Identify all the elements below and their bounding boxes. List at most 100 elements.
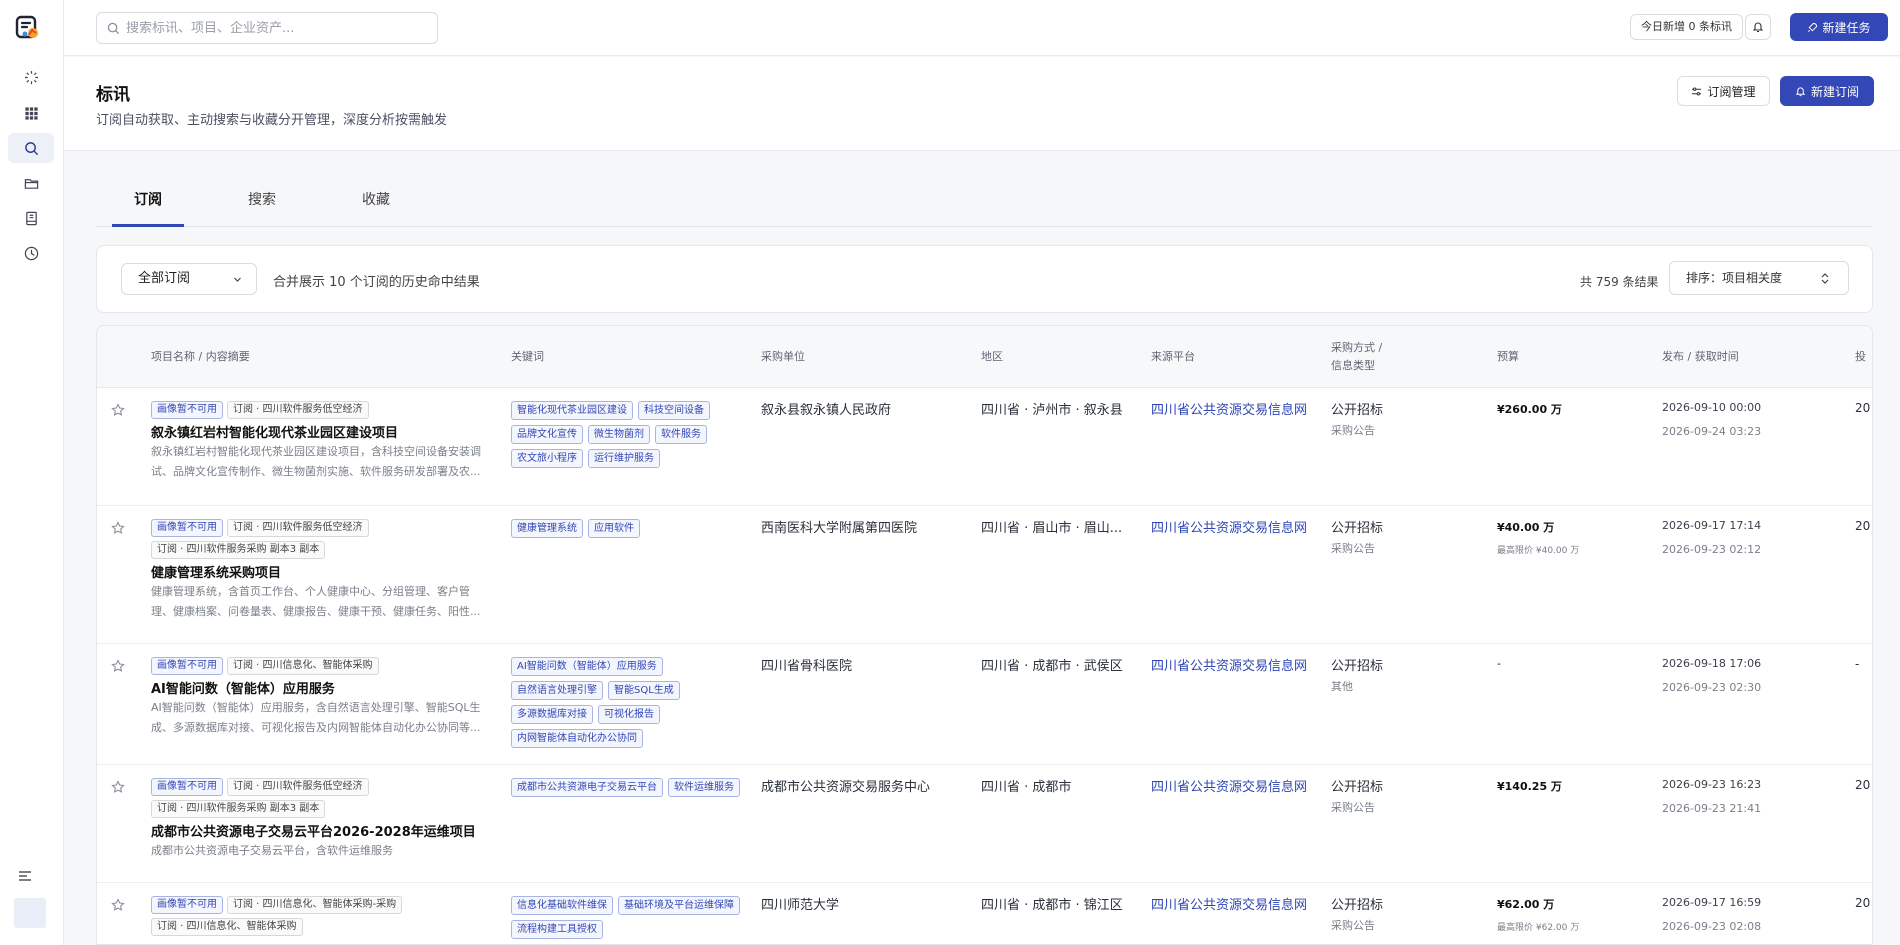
buyer-cell: 四川师范大学 [761, 898, 840, 913]
nav-book-icon[interactable] [8, 203, 54, 233]
fetch-time: 2026-09-23 21:41 [1662, 802, 1762, 815]
keyword-tag: 流程构建工具授权 [511, 920, 603, 939]
platform-link[interactable]: 四川省公共资源交易信息网 [1151, 894, 1307, 913]
tab-search[interactable]: 搜索 [226, 180, 298, 227]
subscription-tag: 订阅 · 四川信息化、智能体采购 [227, 657, 379, 675]
table-header: 项目名称 / 内容摘要 关键词 采购单位 地区 来源平台 采购方式 / 信息类型… [97, 326, 1872, 388]
method-cell: 公开招标 [1331, 659, 1384, 674]
platform-link[interactable]: 四川省公共资源交易信息网 [1151, 776, 1307, 795]
keyword-list: 成都市公共资源电子交易云平台 软件运维服务 [511, 778, 743, 797]
row-title[interactable]: 叙永镇红岩村智能化现代茶业园区建设项目 [151, 422, 398, 441]
star-icon[interactable] [111, 403, 125, 417]
keyword-tag: AI智能问数（智能体）应用服务 [511, 657, 663, 676]
sidebar [0, 0, 64, 945]
row-title[interactable]: 健康管理系统采购项目 [151, 562, 281, 581]
subscription-tag: 订阅 · 四川信息化、智能体采购 [151, 918, 303, 936]
fetch-time: 2026-09-23 02:12 [1662, 543, 1762, 556]
search-box[interactable] [96, 12, 438, 44]
info-type-cell: 其他 [1331, 680, 1353, 693]
nav-history-icon[interactable] [8, 238, 54, 268]
info-type-cell: 采购公告 [1331, 801, 1375, 814]
tag-line: 画像暂不可用 订阅 · 四川软件服务低空经济 [151, 519, 369, 537]
tag-line: 画像暂不可用 订阅 · 四川软件服务低空经济 [151, 778, 369, 796]
keyword-tag: 微生物菌剂 [588, 425, 650, 444]
table-row[interactable]: 画像暂不可用 订阅 · 四川信息化、智能体采购 AI智能问数（智能体）应用服务 … [97, 645, 1872, 765]
col-method: 采购方式 / [1331, 341, 1383, 354]
profile-tag: 画像暂不可用 [151, 778, 223, 796]
region-cell: 四川省 · 成都市 · 锦江区 [981, 898, 1123, 913]
fetch-time: 2026-09-24 03:23 [1662, 425, 1762, 438]
today-new-badge[interactable]: 今日新增 0 条标讯 [1630, 14, 1743, 40]
tab-subscribe[interactable]: 订阅 [112, 180, 184, 227]
new-subscription-label: 新建订阅 [1810, 84, 1859, 99]
publish-time: 2026-09-17 16:59 [1662, 896, 1762, 909]
publish-time: 2026-09-10 00:00 [1662, 401, 1762, 414]
budget-cell: ¥62.00 万 [1497, 898, 1555, 911]
nav-folder-icon[interactable] [8, 168, 54, 198]
nav-search-icon[interactable] [8, 133, 54, 163]
platform-link[interactable]: 四川省公共资源交易信息网 [1151, 399, 1307, 418]
col-budget: 预算 [1497, 350, 1519, 363]
result-total: 共 759 条结果 [1580, 275, 1659, 289]
keyword-tag: 自然语言处理引擎 [511, 681, 603, 700]
star-icon[interactable] [111, 521, 125, 535]
subscription-tag: 订阅 · 四川软件服务低空经济 [227, 401, 369, 419]
table-row[interactable]: 画像暂不可用 订阅 · 四川软件服务低空经济 叙永镇红岩村智能化现代茶业园区建设… [97, 389, 1872, 506]
publish-time: 2026-09-18 17:06 [1662, 657, 1762, 670]
col-time: 发布 / 获取时间 [1662, 350, 1739, 363]
table-row[interactable]: 画像暂不可用 订阅 · 四川信息化、智能体采购-采购 订阅 · 四川信息化、智能… [97, 884, 1872, 944]
fetch-time: 2026-09-23 02:30 [1662, 681, 1762, 694]
keyword-tag: 信息化基础软件维保 [511, 896, 613, 915]
new-task-label: 新建任务 [1822, 20, 1871, 35]
col-info-type: 信息类型 [1331, 359, 1375, 372]
keyword-tag: 软件运维服务 [668, 778, 740, 797]
tag-line: 订阅 · 四川软件服务采购 副本3 副本 [151, 541, 326, 559]
keyword-tag: 运行维护服务 [588, 449, 660, 468]
sort-select[interactable]: 排序：项目相关度 [1669, 261, 1849, 295]
subscription-tag: 订阅 · 四川软件服务低空经济 [227, 778, 369, 796]
method-cell: 公开招标 [1331, 521, 1384, 536]
table-row[interactable]: 画像暂不可用 订阅 · 四川软件服务低空经济 订阅 · 四川软件服务采购 副本3… [97, 766, 1872, 883]
menu-collapse-icon[interactable] [16, 867, 34, 885]
profile-tag: 画像暂不可用 [151, 519, 223, 537]
platform-link[interactable]: 四川省公共资源交易信息网 [1151, 655, 1307, 674]
search-input[interactable] [126, 20, 426, 36]
keyword-tag: 基础环境及平台运维保障 [618, 896, 740, 915]
sort-select-value: 排序：项目相关度 [1686, 271, 1783, 285]
subscription-select[interactable]: 全部订阅 [121, 263, 257, 295]
star-icon[interactable] [111, 780, 125, 794]
keyword-tag: 可视化报告 [598, 705, 660, 724]
row-title[interactable]: 成都市公共资源电子交易云平台2026-2028年运维项目 [151, 821, 476, 840]
new-task-button[interactable]: 新建任务 [1790, 13, 1888, 41]
subscription-manage-button[interactable]: 订阅管理 [1677, 76, 1770, 106]
region-cell: 四川省 · 泸州市 · 叙永县 [981, 403, 1123, 418]
keyword-tag: 成都市公共资源电子交易云平台 [511, 778, 663, 797]
nav-apps-icon[interactable] [8, 98, 54, 128]
buyer-cell: 四川省骨科医院 [761, 659, 853, 674]
avatar[interactable] [14, 898, 46, 928]
row-summary: 成都市公共资源电子交易云平台，含软件运维服务 [151, 844, 393, 857]
subscription-tag: 订阅 · 四川软件服务采购 副本3 副本 [151, 541, 326, 559]
platform-link[interactable]: 四川省公共资源交易信息网 [1151, 517, 1307, 536]
subscription-select-value: 全部订阅 [138, 271, 191, 286]
row-summary: 健康管理系统，含首页工作台、个人健康中心、分组管理、客户管理、健康档案、问卷量表… [151, 585, 481, 618]
app-logo-icon[interactable] [15, 15, 41, 41]
keyword-tag: 科技空间设备 [638, 401, 710, 420]
price-cap-cell: 最高限价 ¥62.00 万 [1497, 923, 1580, 933]
subscription-tag: 订阅 · 四川软件服务低空经济 [227, 519, 369, 537]
info-type-cell: 采购公告 [1331, 919, 1375, 932]
table-row[interactable]: 画像暂不可用 订阅 · 四川软件服务低空经济 订阅 · 四川软件服务采购 副本3… [97, 507, 1872, 644]
keyword-list: AI智能问数（智能体）应用服务 自然语言处理引擎 智能SQL生成 多源数据库对接… [511, 657, 743, 748]
notification-button[interactable] [1745, 14, 1771, 40]
budget-cell: ¥40.00 万 [1497, 521, 1555, 534]
star-icon[interactable] [111, 659, 125, 673]
star-icon[interactable] [111, 898, 125, 912]
tab-favorites[interactable]: 收藏 [340, 180, 412, 227]
chevron-down-icon [234, 277, 241, 282]
col-name: 项目名称 / 内容摘要 [151, 350, 250, 363]
row-title[interactable]: AI智能问数（智能体）应用服务 [151, 678, 335, 697]
nav-dashboard-icon[interactable] [8, 62, 54, 92]
keyword-list: 智能化现代茶业园区建设 科技空间设备 品牌文化宣传 微生物菌剂 软件服务 农文旅… [511, 401, 743, 468]
new-subscription-button[interactable]: 新建订阅 [1780, 76, 1874, 106]
publish-time: 2026-09-17 17:14 [1662, 519, 1762, 532]
